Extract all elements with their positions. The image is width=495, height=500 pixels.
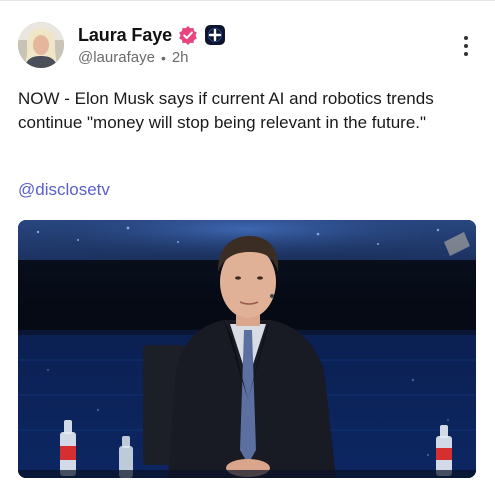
plus-badge-icon[interactable]: [204, 24, 226, 46]
post-timestamp[interactable]: 2h: [172, 49, 189, 66]
author-meta-row: @laurafaye • 2h: [78, 49, 189, 66]
avatar[interactable]: [18, 22, 64, 68]
post-media-video[interactable]: [18, 220, 476, 478]
video-thumbnail: [18, 220, 476, 478]
post-body-text: NOW - Elon Musk says if current AI and r…: [18, 89, 434, 132]
author-name-row: Laura Faye: [78, 24, 226, 46]
more-dot: [464, 36, 468, 40]
verified-badge-icon: [178, 25, 198, 45]
avatar-image: [18, 22, 64, 68]
top-divider: [0, 0, 495, 1]
meta-separator: •: [160, 49, 166, 66]
author-display-name[interactable]: Laura Faye: [78, 25, 172, 46]
more-dot: [464, 52, 468, 56]
mention-link[interactable]: @disclosetv: [18, 180, 110, 200]
more-dot: [464, 44, 468, 48]
more-vertical-icon[interactable]: [461, 36, 471, 56]
author-handle[interactable]: @laurafaye: [78, 49, 155, 66]
